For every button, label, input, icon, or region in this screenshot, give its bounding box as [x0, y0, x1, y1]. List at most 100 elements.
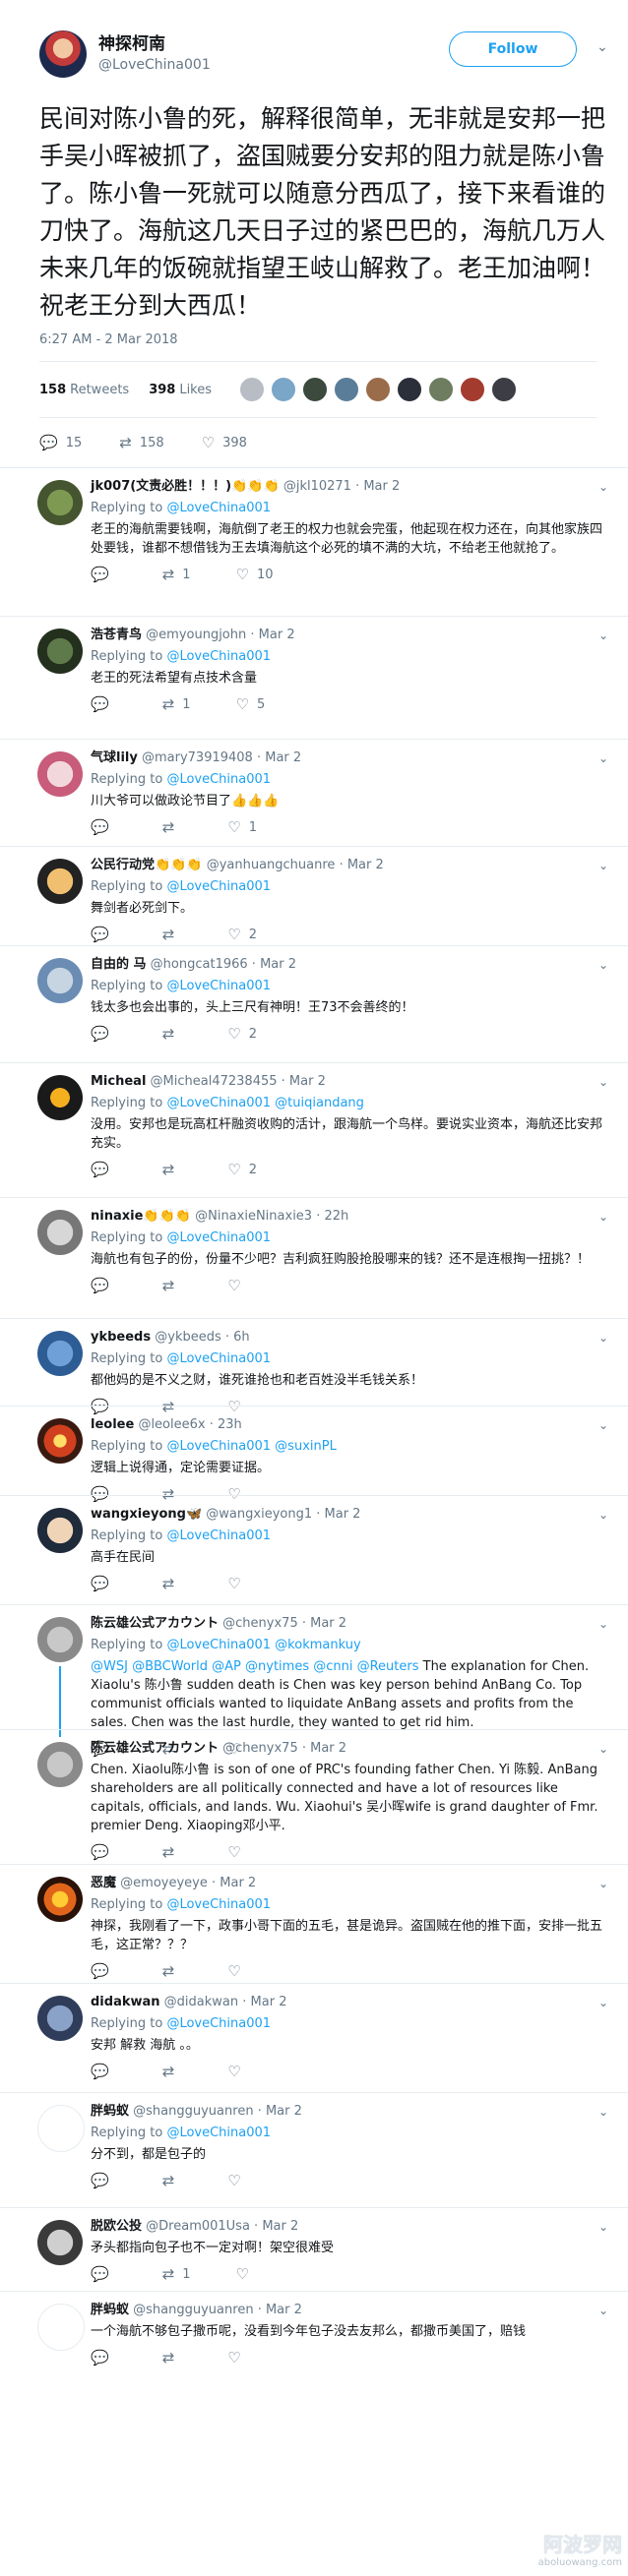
reply-timestamp[interactable]: 23h: [218, 1417, 242, 1432]
chevron-down-icon[interactable]: ⌄: [598, 1508, 608, 1522]
reply-button[interactable]: 💬: [91, 1843, 117, 1861]
like-button[interactable]: ♡ 5: [236, 695, 266, 713]
like-button[interactable]: ♡: [227, 2172, 248, 2189]
avatar[interactable]: [37, 1877, 83, 1922]
reply-author-handle[interactable]: @didakwan: [164, 1995, 238, 2009]
avatar[interactable]: [37, 1996, 83, 2041]
avatar[interactable]: [37, 629, 83, 674]
reply-timestamp[interactable]: Mar 2: [325, 1507, 361, 1522]
avatar[interactable]: [37, 958, 83, 1003]
reply-author-handle[interactable]: @chenyx75: [222, 1741, 298, 1756]
reply-button[interactable]: 💬: [91, 1962, 117, 1980]
reply-author-name[interactable]: 自由的 马: [91, 957, 147, 972]
retweet-button[interactable]: ⇄ 158: [119, 434, 163, 451]
reply-author-handle[interactable]: @Micheal47238455: [151, 1074, 278, 1089]
avatar[interactable]: [37, 1617, 83, 1662]
retweet-button[interactable]: ⇄: [162, 926, 183, 943]
reply-author-handle[interactable]: @shangguyuanren: [133, 2303, 253, 2317]
retweet-button[interactable]: ⇄: [162, 2063, 183, 2080]
chevron-down-icon[interactable]: ⌄: [598, 1742, 608, 1756]
retweet-button[interactable]: ⇄ 1: [162, 566, 191, 583]
reply-button[interactable]: 💬: [91, 1277, 117, 1294]
reply-timestamp[interactable]: 6h: [233, 1330, 250, 1345]
avatar[interactable]: [37, 751, 83, 797]
avatar[interactable]: [239, 377, 266, 402]
retweet-button[interactable]: ⇄: [162, 1575, 183, 1592]
reply-timestamp[interactable]: Mar 2: [310, 1616, 346, 1631]
reply-button[interactable]: 💬: [91, 1161, 117, 1178]
reply-author-handle[interactable]: @emoyeyeye: [120, 1876, 208, 1890]
retweet-button[interactable]: ⇄ 1: [162, 695, 191, 713]
reply-author-name[interactable]: jk007(文责必胜！！！)👏👏👏: [91, 479, 280, 494]
reply-button[interactable]: 💬: [91, 2172, 117, 2189]
reply-tweet[interactable]: 浩苍青鸟 @emyoungjohn · Mar 2 ⌄ Replying to @L…: [0, 616, 628, 739]
reply-timestamp[interactable]: Mar 2: [347, 858, 384, 872]
reply-tweet[interactable]: jk007(文责必胜！！！)👏👏👏 @jkl10271 · Mar 2 ⌄ Repl…: [0, 467, 628, 616]
reply-button[interactable]: 💬: [91, 818, 117, 836]
avatar[interactable]: [37, 1508, 83, 1553]
replying-to-link[interactable]: @LoveChina001: [166, 1528, 271, 1543]
reply-timestamp[interactable]: Mar 2: [259, 628, 295, 642]
reply-author-handle[interactable]: @Dream001Usa: [146, 2219, 250, 2234]
like-button[interactable]: ♡: [227, 1843, 248, 1861]
avatar[interactable]: [37, 859, 83, 904]
like-button[interactable]: ♡: [236, 2265, 257, 2283]
reply-author-name[interactable]: 陈云雄公式アカウント: [91, 1741, 219, 1756]
avatar[interactable]: [37, 1331, 83, 1376]
retweet-button[interactable]: ⇄: [162, 2349, 183, 2366]
avatar[interactable]: [302, 377, 329, 402]
avatar[interactable]: [37, 1742, 83, 1787]
replying-to-link[interactable]: @LoveChina001: [166, 879, 271, 894]
chevron-down-icon[interactable]: ⌄: [598, 480, 608, 494]
replying-to-link[interactable]: @LoveChina001: [166, 979, 271, 993]
reply-timestamp[interactable]: Mar 2: [363, 479, 400, 494]
reply-author-handle[interactable]: @emyoungjohn: [146, 628, 246, 642]
avatar[interactable]: [37, 2220, 83, 2265]
mention-links[interactable]: @WSJ @BBCWorld @AP @nytimes @cnni @Reute…: [91, 1659, 423, 1674]
like-button[interactable]: ♡ 2: [227, 1025, 257, 1043]
reply-author-name[interactable]: ninaxie👏👏👏: [91, 1209, 191, 1224]
reply-author-handle[interactable]: @shangguyuanren: [133, 2104, 253, 2119]
reply-author-handle[interactable]: @mary73919408: [142, 750, 253, 765]
reply-tweet[interactable]: wangxieyong🦋 @wangxieyong1 · Mar 2 ⌄ Reply…: [0, 1495, 628, 1604]
reply-tweet[interactable]: Micheal @Micheal47238455 · Mar 2 ⌄ Replyin…: [0, 1062, 628, 1197]
replying-to-link[interactable]: @LoveChina001: [166, 501, 271, 515]
reply-timestamp[interactable]: Mar 2: [220, 1876, 256, 1890]
avatar[interactable]: [37, 1210, 83, 1255]
reply-timestamp[interactable]: Mar 2: [310, 1741, 346, 1756]
avatar[interactable]: [37, 2304, 85, 2351]
reply-timestamp[interactable]: Mar 2: [251, 1995, 287, 2009]
reply-author-handle[interactable]: @chenyx75: [222, 1616, 298, 1631]
avatar[interactable]: [37, 480, 83, 525]
reply-author-name[interactable]: ykbeeds: [91, 1330, 151, 1345]
reply-button[interactable]: 💬: [91, 1575, 117, 1592]
retweet-button[interactable]: ⇄: [162, 1962, 183, 1980]
reply-author-handle[interactable]: @jkl10271: [283, 479, 351, 494]
reply-tweet[interactable]: 自由的 马 @hongcat1966 · Mar 2 ⌄ Replying to @…: [0, 945, 628, 1062]
like-button[interactable]: ♡ 2: [227, 1161, 257, 1178]
reply-timestamp[interactable]: Mar 2: [260, 957, 296, 972]
follow-button[interactable]: Follow: [449, 31, 577, 67]
reply-button[interactable]: 💬: [91, 695, 117, 713]
reply-button[interactable]: 💬: [91, 926, 117, 943]
chevron-down-icon[interactable]: ⌄: [598, 2105, 608, 2119]
retweet-button[interactable]: ⇄: [162, 1161, 183, 1178]
retweet-button[interactable]: ⇄ 1: [162, 2265, 191, 2283]
avatar[interactable]: [39, 30, 87, 78]
avatar[interactable]: [37, 1075, 83, 1120]
reply-author-handle[interactable]: @NinaxieNinaxie3: [195, 1209, 312, 1224]
reply-author-name[interactable]: 胖蚂蚁: [91, 2303, 129, 2317]
reply-tweet[interactable]: leolee @leolee6x · 23h ⌄ Replying to @Love…: [0, 1406, 628, 1503]
reply-author-name[interactable]: 胖蚂蚁: [91, 2104, 129, 2119]
reply-author-name[interactable]: wangxieyong🦋: [91, 1507, 202, 1522]
chevron-down-icon[interactable]: ⌄: [598, 1617, 608, 1631]
reply-tweet[interactable]: didakwan @didakwan · Mar 2 ⌄ Replying to @…: [0, 1983, 628, 2092]
reply-button[interactable]: 💬: [91, 2063, 117, 2080]
author-name[interactable]: 神探柯南: [98, 33, 211, 55]
chevron-down-icon[interactable]: ⌄: [598, 1877, 608, 1890]
chevron-down-icon[interactable]: ⌄: [598, 2220, 608, 2234]
like-button[interactable]: ♡: [227, 1575, 248, 1592]
reply-author-name[interactable]: 浩苍青鸟: [91, 628, 142, 642]
reply-button[interactable]: 💬 15: [39, 434, 82, 451]
avatar[interactable]: [491, 377, 518, 402]
